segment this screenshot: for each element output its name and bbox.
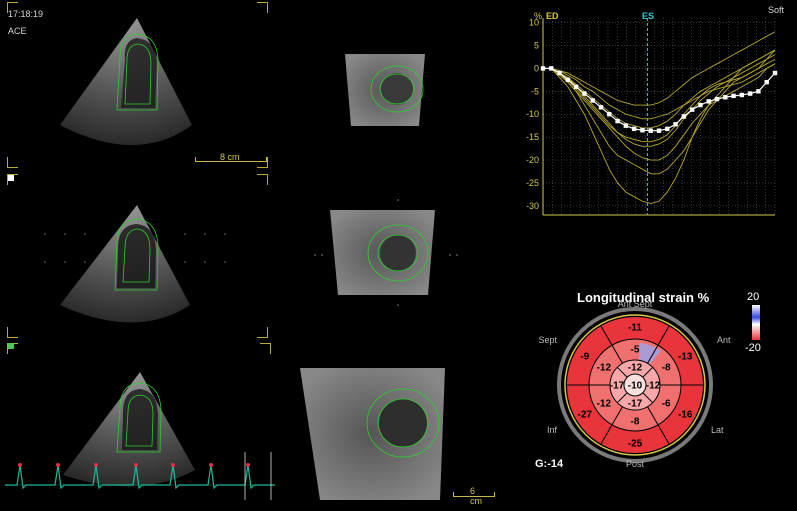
mid-segment-value: -12 bbox=[597, 399, 612, 410]
average-strain-point bbox=[731, 93, 736, 99]
y-tick-label: -10 bbox=[526, 109, 539, 119]
apical-4ch-view[interactable]: 8 cm bbox=[5, 0, 270, 170]
average-strain-point bbox=[640, 128, 645, 133]
average-strain-point bbox=[739, 92, 745, 98]
average-strain-point bbox=[598, 105, 604, 110]
average-strain-point bbox=[590, 98, 595, 103]
basal-segment-value: -13 bbox=[678, 352, 693, 363]
echo-short-axis-3 bbox=[300, 368, 445, 500]
basal-segment-value: -25 bbox=[628, 439, 643, 450]
label-sept: Sept bbox=[538, 335, 557, 345]
label-lat: Lat bbox=[711, 425, 724, 435]
y-tick-label: 0 bbox=[534, 63, 539, 73]
average-strain-point bbox=[623, 123, 629, 128]
average-strain-point bbox=[549, 66, 554, 71]
average-strain-point bbox=[631, 126, 637, 132]
apical-segment-value: -12 bbox=[646, 381, 661, 392]
scale-label: 8 cm bbox=[220, 152, 240, 162]
basal-segment-value: -9 bbox=[580, 352, 589, 363]
average-strain-point bbox=[656, 128, 662, 133]
apical-segment-value: -17 bbox=[628, 399, 643, 410]
average-strain-point bbox=[764, 79, 769, 85]
average-strain-point bbox=[573, 84, 579, 89]
mid-segment-value: -8 bbox=[662, 363, 671, 374]
label-post: Post bbox=[626, 459, 645, 469]
mid-segment-value: -12 bbox=[597, 363, 612, 374]
label-inf: Inf bbox=[547, 425, 558, 435]
segment-strain-curve bbox=[543, 49, 776, 205]
short-axis-mid-view[interactable] bbox=[310, 195, 460, 315]
average-strain-point bbox=[615, 118, 620, 124]
y-tick-label: -25 bbox=[526, 178, 539, 188]
y-tick-label: 10 bbox=[529, 18, 539, 28]
average-strain-point bbox=[665, 126, 670, 132]
average-strain-point bbox=[565, 77, 571, 83]
basal-segment-value: -16 bbox=[678, 410, 693, 421]
average-strain-point bbox=[648, 128, 653, 133]
average-strain-point bbox=[582, 91, 587, 96]
apex-value: -10 bbox=[628, 381, 643, 392]
strain-curve-chart: 10 5 0 -5 -10 -15 -20 -25 -30 bbox=[526, 18, 778, 216]
basal-segment-value: -11 bbox=[628, 323, 642, 334]
apical-3ch-view[interactable] bbox=[5, 340, 280, 511]
bullseye-panel[interactable]: Longitudinal strain % 20 -20 G:-14 -11 -1… bbox=[535, 285, 797, 511]
average-strain-point bbox=[681, 114, 687, 119]
scale-label: 6 cm bbox=[470, 486, 482, 506]
echo-short-axis-1 bbox=[345, 54, 425, 126]
short-axis-basal-view[interactable] bbox=[335, 40, 435, 130]
average-strain-point bbox=[557, 70, 562, 76]
y-tick-label: -30 bbox=[526, 201, 539, 211]
average-strain-point bbox=[747, 91, 753, 96]
echo-sector-1 bbox=[60, 18, 192, 145]
label-ant: Ant bbox=[717, 335, 731, 345]
mid-segment-value: -5 bbox=[631, 345, 640, 356]
average-strain-point bbox=[714, 96, 720, 102]
y-tick-label: -15 bbox=[526, 132, 539, 142]
average-strain-point bbox=[698, 102, 703, 108]
short-axis-apical-view[interactable]: 6 cm bbox=[295, 360, 495, 510]
strain-curve-panel[interactable]: % ED ES 10 5 0 -5 -10 -15 -20 -25 -30 bbox=[520, 0, 797, 225]
y-tick-label: 5 bbox=[534, 40, 539, 50]
y-tick-label: -5 bbox=[531, 86, 539, 96]
echo-sector-2 bbox=[44, 205, 226, 323]
average-strain-point bbox=[689, 107, 695, 112]
label-ant-sept: Ant Sept bbox=[618, 299, 653, 309]
mid-segment-value: -6 bbox=[662, 399, 671, 410]
average-strain-point bbox=[772, 70, 778, 76]
basal-segment-value: -27 bbox=[578, 410, 593, 421]
echo-short-axis-2 bbox=[314, 199, 458, 306]
average-strain-point bbox=[673, 122, 678, 127]
average-strain-point bbox=[607, 112, 612, 117]
average-strain-point bbox=[756, 89, 761, 94]
apical-segment-value: -17 bbox=[610, 381, 625, 392]
echo-sector-3 bbox=[5, 372, 275, 500]
apical-segment-value: -12 bbox=[628, 363, 643, 374]
bullseye-plot: -11-13-16-25-27-9-5-8-6-8-12-12 -12-12-17… bbox=[538, 299, 731, 469]
mid-segment-value: -8 bbox=[631, 417, 640, 428]
average-strain-point bbox=[706, 99, 711, 104]
average-strain-point bbox=[723, 95, 728, 100]
y-tick-label: -20 bbox=[526, 155, 539, 165]
apical-2ch-view[interactable] bbox=[5, 170, 270, 340]
average-strain-point bbox=[540, 66, 546, 71]
